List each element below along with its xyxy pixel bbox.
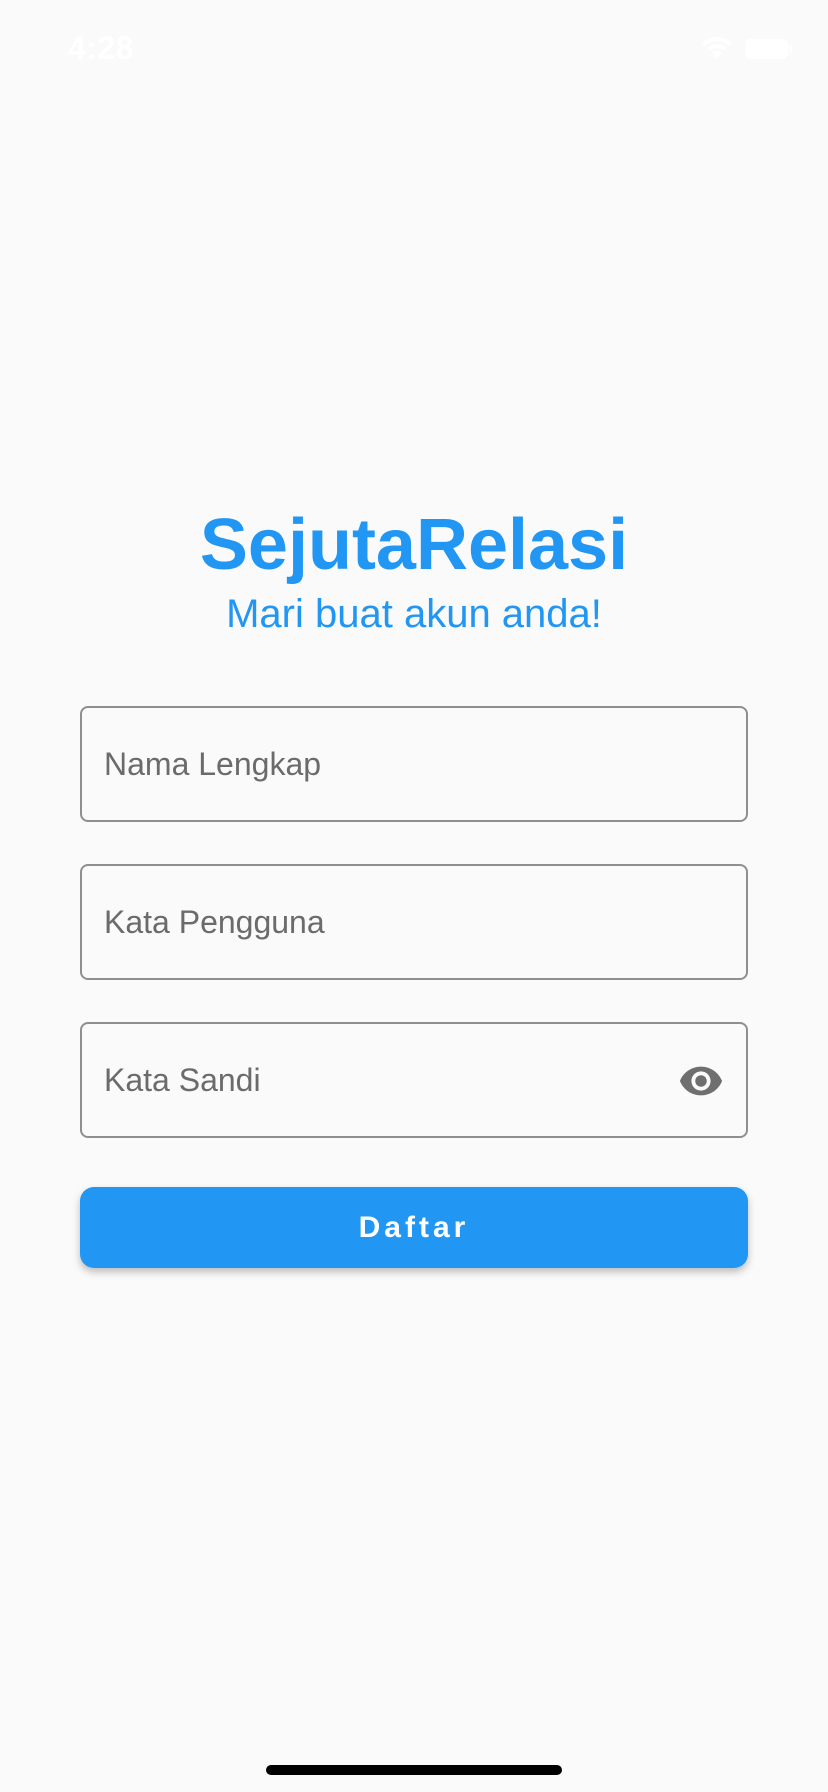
username-input[interactable]	[104, 866, 664, 978]
password-input[interactable]	[104, 1024, 664, 1136]
wifi-icon	[700, 36, 734, 60]
username-field[interactable]	[80, 864, 748, 980]
home-indicator[interactable]	[266, 1765, 562, 1775]
password-field[interactable]	[80, 1022, 748, 1138]
header: SejutaRelasi Mari buat akun anda!	[0, 500, 828, 638]
eye-icon[interactable]	[678, 1058, 724, 1104]
battery-icon	[744, 38, 794, 60]
app-subtitle: Mari buat akun anda!	[226, 592, 602, 636]
full-name-input[interactable]	[104, 708, 664, 820]
register-button[interactable]: Daftar	[80, 1187, 748, 1268]
app-title: SejutaRelasi	[199, 505, 629, 585]
full-name-field[interactable]	[80, 706, 748, 822]
status-bar: 4:28	[0, 0, 828, 100]
status-time: 4:28	[68, 30, 135, 66]
